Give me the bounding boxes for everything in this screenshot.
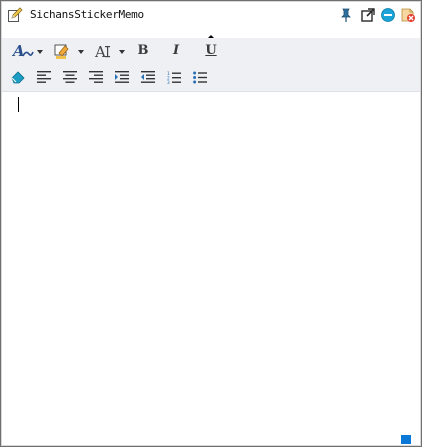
indent-decrease-button[interactable] xyxy=(138,66,158,88)
pin-icon[interactable] xyxy=(338,7,354,23)
indent-increase-button[interactable] xyxy=(112,66,132,88)
memo-window: SichansStickerMemo A A B I U 1 2 3 xyxy=(0,0,422,447)
numbered-list-icon: 1 2 3 xyxy=(167,71,181,84)
font-size-button[interactable]: A xyxy=(92,40,126,62)
align-right-button[interactable] xyxy=(86,66,106,88)
clear-format-button[interactable] xyxy=(8,66,28,88)
memo-edit-icon xyxy=(7,7,23,23)
format-toolbar: A A B I U 1 2 3 xyxy=(2,38,420,92)
numbered-list-button[interactable]: 1 2 3 xyxy=(164,66,184,88)
font-size-icon: A xyxy=(94,42,114,60)
toolbar-row-2: 1 2 3 xyxy=(2,64,420,90)
collapse-toolbar-icon[interactable] xyxy=(203,28,219,42)
underline-button[interactable]: U xyxy=(200,40,222,62)
text-caret xyxy=(18,97,19,112)
memo-editor[interactable] xyxy=(2,93,420,445)
align-left-button[interactable] xyxy=(34,66,54,88)
chevron-down-icon xyxy=(119,50,125,54)
toolbar-row-1: A A B I U xyxy=(2,38,420,64)
minimize-icon[interactable] xyxy=(380,7,396,23)
align-right-icon xyxy=(89,71,103,83)
italic-label: I xyxy=(172,43,180,58)
window-title: SichansStickerMemo xyxy=(30,8,144,21)
clear-format-icon xyxy=(10,69,26,85)
popout-icon[interactable] xyxy=(360,7,376,23)
svg-text:A: A xyxy=(12,42,25,60)
bullet-list-button[interactable] xyxy=(190,66,210,88)
align-center-button[interactable] xyxy=(60,66,80,88)
indent-increase-icon xyxy=(115,71,129,83)
chevron-down-icon xyxy=(78,50,84,54)
align-center-icon xyxy=(63,71,77,83)
svg-text:A: A xyxy=(94,43,106,60)
chevron-down-icon xyxy=(37,50,43,54)
highlight-color-icon xyxy=(53,42,73,60)
align-left-icon xyxy=(37,71,51,83)
italic-button[interactable]: I xyxy=(165,40,187,62)
underline-label: U xyxy=(205,43,217,58)
bold-button[interactable]: B xyxy=(132,40,154,62)
highlight-color-button[interactable] xyxy=(51,40,85,62)
title-bar[interactable]: SichansStickerMemo xyxy=(2,2,420,27)
bullet-list-icon xyxy=(193,71,207,84)
indent-decrease-icon xyxy=(141,71,155,83)
resize-grip[interactable] xyxy=(401,435,411,444)
svg-text:3: 3 xyxy=(167,80,170,84)
font-color-button[interactable]: A xyxy=(10,40,44,62)
bold-label: B xyxy=(137,43,149,58)
close-icon[interactable] xyxy=(400,7,416,23)
font-color-icon: A xyxy=(12,42,34,60)
